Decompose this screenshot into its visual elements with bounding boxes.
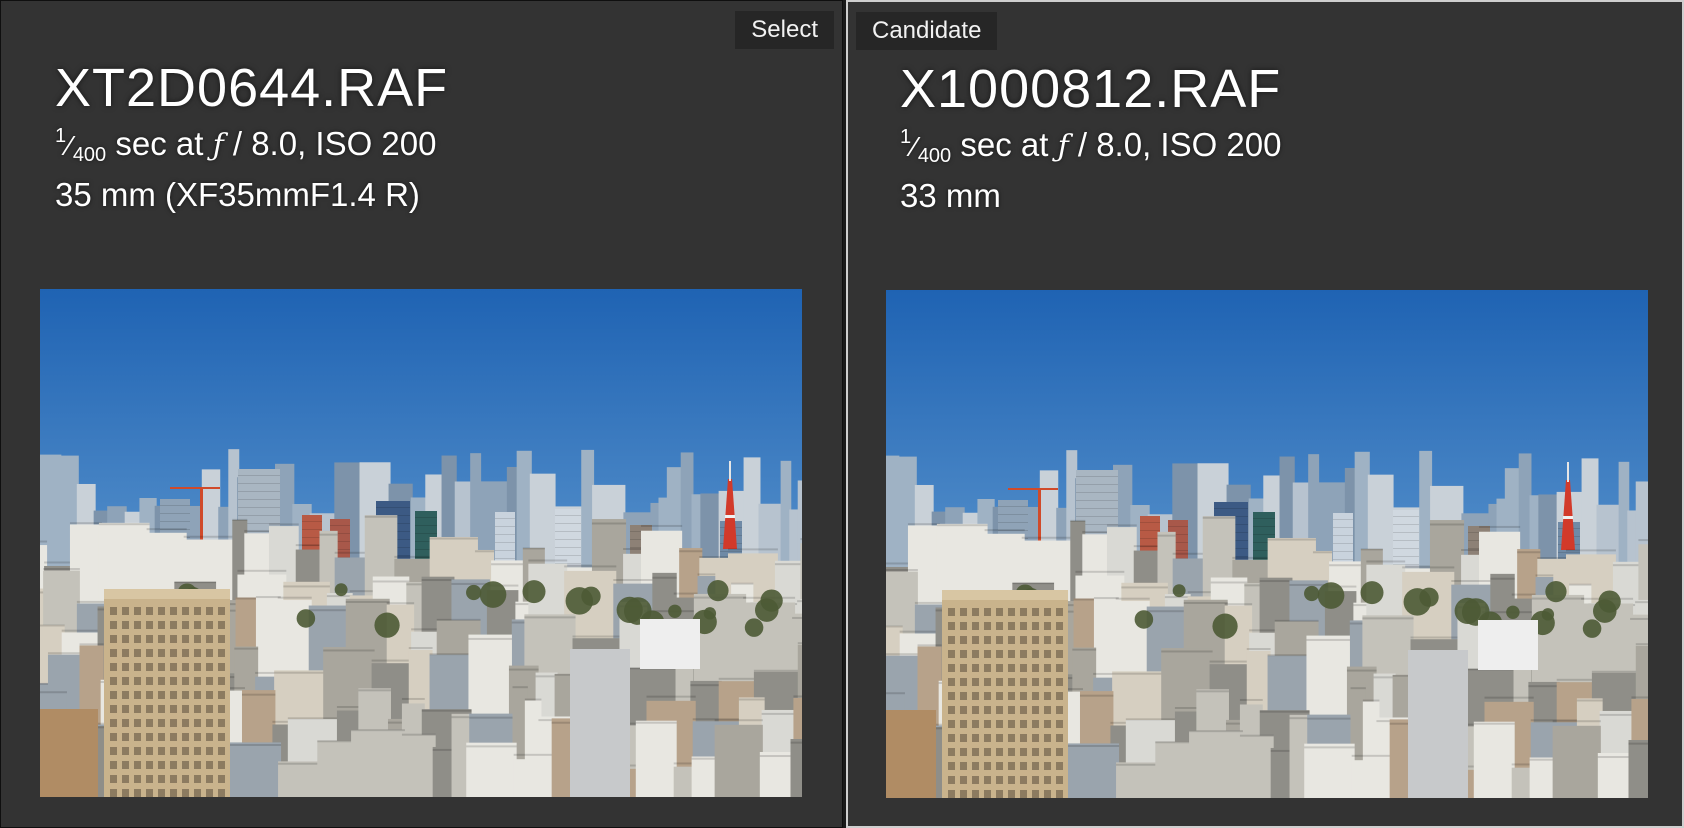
cityscape-image (40, 289, 802, 797)
shutter-denominator: 400 (917, 145, 952, 167)
select-filename: XT2D0644.RAF (55, 58, 449, 118)
select-pane[interactable]: Select XT2D0644.RAF 1⁄400 sec at ƒ / 8.0… (0, 0, 843, 828)
exposure-text: sec at (951, 126, 1058, 163)
candidate-exposure-info: 1⁄400 sec at ƒ / 8.0, ISO 200 (900, 126, 1281, 168)
candidate-label: Candidate (856, 12, 998, 50)
exposure-text: sec at (106, 125, 213, 162)
candidate-filename: X1000812.RAF (900, 59, 1282, 119)
aperture-text: / 8.0, ISO 200 (1068, 126, 1282, 163)
aperture-symbol: ƒ (1057, 129, 1069, 164)
select-photo[interactable] (40, 289, 802, 797)
select-exposure-info: 1⁄400 sec at ƒ / 8.0, ISO 200 (55, 125, 436, 167)
candidate-pane[interactable]: Candidate X1000812.RAF 1⁄400 sec at ƒ / … (846, 0, 1684, 828)
candidate-photo[interactable] (886, 290, 1648, 798)
fraction-slash: ⁄ (912, 131, 917, 162)
cityscape-image (886, 290, 1648, 798)
aperture-symbol: ƒ (212, 128, 224, 163)
aperture-text: / 8.0, ISO 200 (223, 125, 437, 162)
select-lens-info: 35 mm (XF35mmF1.4 R) (55, 176, 420, 213)
fraction-slash: ⁄ (67, 130, 72, 161)
select-label: Select (735, 11, 834, 49)
shutter-denominator: 400 (72, 144, 107, 166)
shutter-numerator: 1 (900, 126, 912, 148)
candidate-lens-info: 33 mm (900, 177, 1001, 214)
shutter-numerator: 1 (55, 125, 67, 147)
